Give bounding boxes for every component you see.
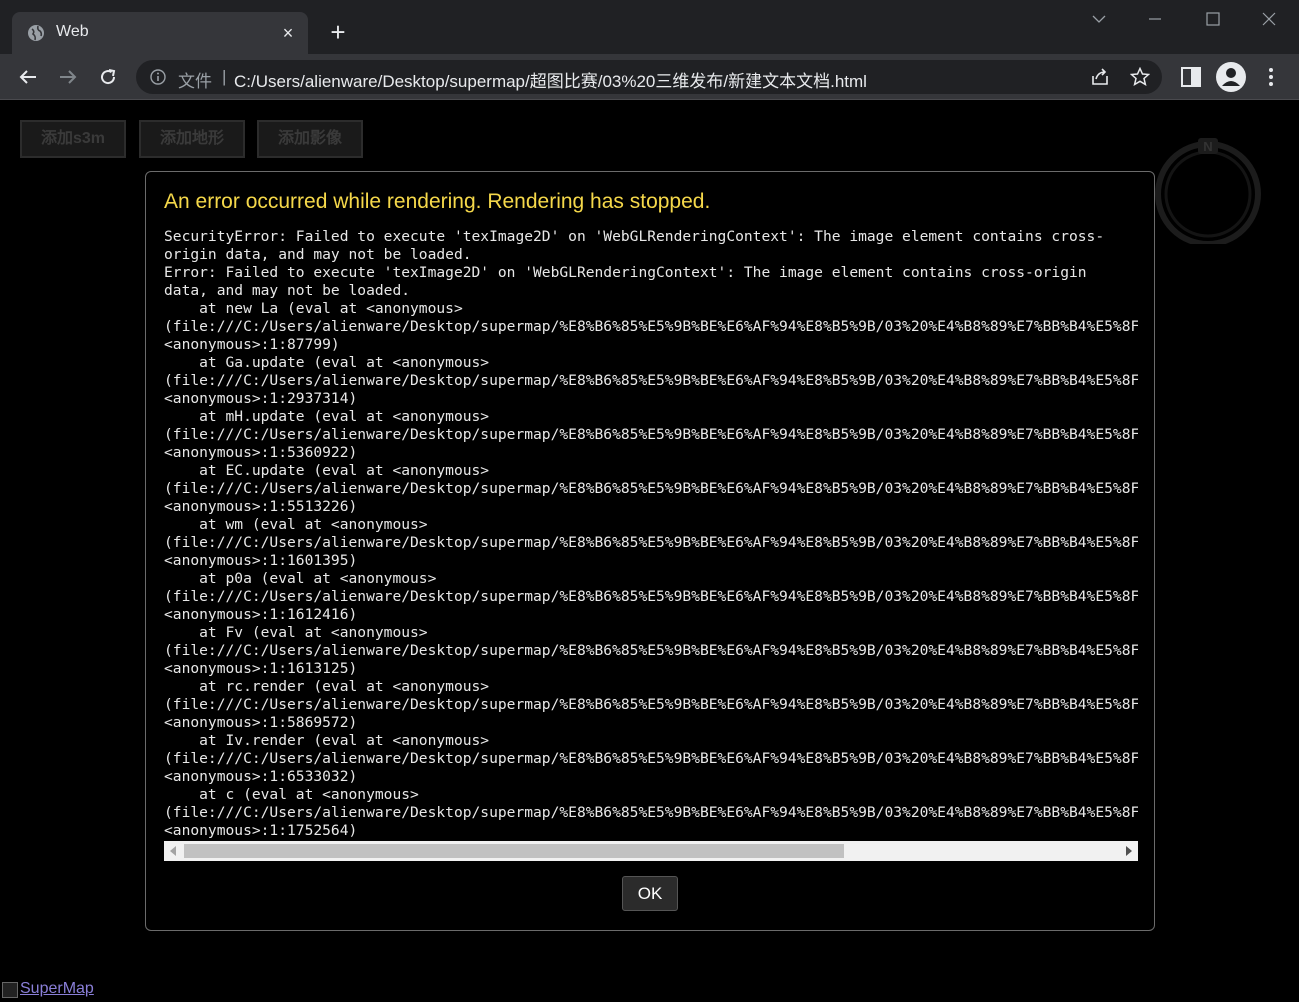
error-dialog: An error occurred while rendering. Rende… <box>145 171 1155 931</box>
stack-line: at rc.render (eval at <anonymous> <box>164 678 490 695</box>
stack-line: Error: Failed to execute 'texImage2D' on… <box>164 264 1087 281</box>
stack-line: <anonymous>:1:5360922) <box>164 444 358 461</box>
forward-arrow-icon[interactable] <box>52 61 84 93</box>
stack-line: <anonymous>:1:5513226) <box>164 498 358 515</box>
maximize-icon[interactable] <box>1190 0 1236 40</box>
stack-line: at wm (eval at <anonymous> <box>164 516 428 533</box>
browser-tab[interactable]: Web × <box>12 12 308 54</box>
stack-line: <anonymous>:1:87799) <box>164 336 340 353</box>
stack-line: (file:///C:/Users/alienware/Desktop/supe… <box>164 372 1138 389</box>
info-icon[interactable] <box>150 69 166 85</box>
page-viewport: 添加s3m 添加地形 添加影像 N An error occurred whil… <box>0 100 1299 1002</box>
stack-line: SecurityError: Failed to execute 'texIma… <box>164 228 1105 245</box>
scrollbar-thumb[interactable] <box>184 844 844 858</box>
user-icon <box>1222 68 1240 86</box>
stack-line: at c (eval at <anonymous> <box>164 786 419 803</box>
address-bar[interactable]: 文件 | C:/Users/alienware/Desktop/supermap… <box>136 60 1162 94</box>
tab-search-icon[interactable] <box>1076 0 1122 40</box>
url-text[interactable]: C:/Users/alienware/Desktop/supermap/超图比赛… <box>234 67 867 92</box>
stack-line: at Iv.render (eval at <anonymous> <box>164 732 490 749</box>
stack-line: <anonymous>:1:1612416) <box>164 606 358 623</box>
stack-line: at mH.update (eval at <anonymous> <box>164 408 490 425</box>
ok-button[interactable]: OK <box>622 876 678 911</box>
dialog-title: An error occurred while rendering. Rende… <box>164 190 711 213</box>
stack-line: (file:///C:/Users/alienware/Desktop/supe… <box>164 642 1138 659</box>
stack-line: (file:///C:/Users/alienware/Desktop/supe… <box>164 318 1138 335</box>
globe-icon <box>28 25 44 41</box>
stack-line: (file:///C:/Users/alienware/Desktop/supe… <box>164 534 1138 551</box>
stack-line: (file:///C:/Users/alienware/Desktop/supe… <box>164 588 1138 605</box>
minimize-icon[interactable] <box>1132 0 1178 40</box>
share-icon[interactable] <box>1090 67 1110 87</box>
side-panel-icon[interactable] <box>1178 64 1204 90</box>
stack-line: (file:///C:/Users/alienware/Desktop/supe… <box>164 426 1138 443</box>
stack-line: <anonymous>:1:1752564) <box>164 822 358 839</box>
browser-toolbar: 文件 | C:/Users/alienware/Desktop/supermap… <box>0 54 1299 100</box>
close-tab-icon[interactable]: × <box>276 21 300 45</box>
address-separator: | <box>222 67 227 86</box>
compass-north-label: N <box>1203 139 1212 154</box>
broken-image-icon <box>2 982 18 998</box>
scroll-right-arrow-icon[interactable] <box>1126 846 1132 856</box>
error-stack-trace[interactable]: SecurityError: Failed to execute 'texIma… <box>164 228 1138 840</box>
bookmark-star-icon[interactable] <box>1130 67 1150 87</box>
stack-line: origin data, and may not be loaded. <box>164 246 472 263</box>
stack-line: at new La (eval at <anonymous> <box>164 300 463 317</box>
reload-icon[interactable] <box>92 61 124 93</box>
window-close-icon[interactable] <box>1246 0 1292 40</box>
compass-icon[interactable]: N <box>1154 136 1262 244</box>
stack-line: (file:///C:/Users/alienware/Desktop/supe… <box>164 804 1138 821</box>
stack-line: <anonymous>:1:5869572) <box>164 714 358 731</box>
stack-line: <anonymous>:1:1613125) <box>164 660 358 677</box>
add-s3m-button[interactable]: 添加s3m <box>20 120 126 158</box>
tab-title: Web <box>56 23 89 40</box>
scheme-label: 文件 <box>178 72 212 91</box>
browser-titlebar: Web × + <box>0 0 1299 54</box>
stack-line: at EC.update (eval at <anonymous> <box>164 462 490 479</box>
stack-line: data, and may not be loaded. <box>164 282 411 299</box>
stack-line: <anonymous>:1:1601395) <box>164 552 358 569</box>
add-imagery-button[interactable]: 添加影像 <box>257 120 363 158</box>
new-tab-button[interactable]: + <box>324 18 352 46</box>
scroll-left-arrow-icon[interactable] <box>170 846 176 856</box>
back-arrow-icon[interactable] <box>12 61 44 93</box>
supermap-logo-link[interactable]: SuperMap <box>20 980 94 998</box>
stack-line: at Ga.update (eval at <anonymous> <box>164 354 490 371</box>
stack-line: (file:///C:/Users/alienware/Desktop/supe… <box>164 696 1138 713</box>
stack-line: at p0a (eval at <anonymous> <box>164 570 437 587</box>
stack-line: at Fv (eval at <anonymous> <box>164 624 428 641</box>
stack-line: <anonymous>:1:2937314) <box>164 390 358 407</box>
stack-line: <anonymous>:1:6533032) <box>164 768 358 785</box>
kebab-menu-icon[interactable] <box>1258 64 1284 90</box>
horizontal-scrollbar[interactable] <box>164 841 1138 861</box>
add-terrain-button[interactable]: 添加地形 <box>139 120 245 158</box>
profile-avatar[interactable] <box>1216 62 1246 92</box>
stack-line: (file:///C:/Users/alienware/Desktop/supe… <box>164 480 1138 497</box>
stack-line: (file:///C:/Users/alienware/Desktop/supe… <box>164 750 1138 767</box>
